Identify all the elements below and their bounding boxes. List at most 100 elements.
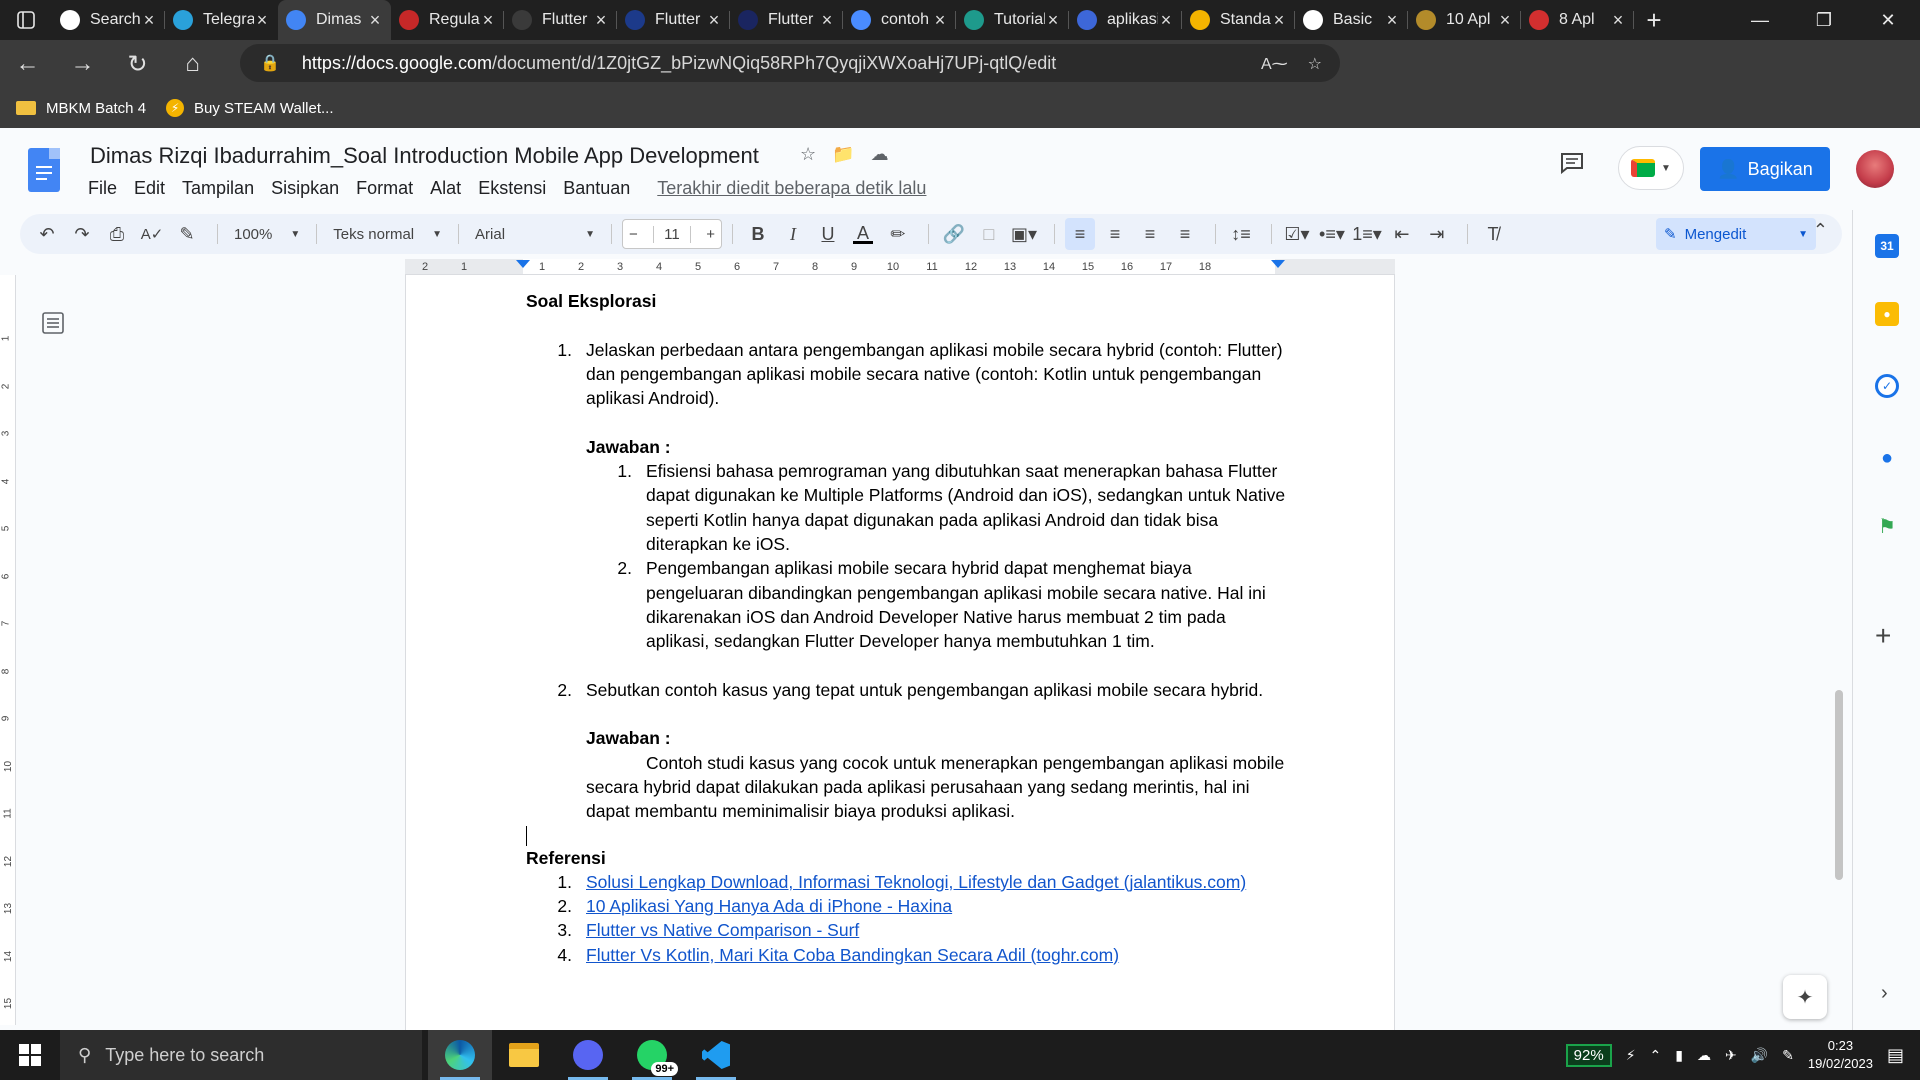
right-indent-marker-icon[interactable]	[1271, 260, 1285, 268]
menu-item-bantuan[interactable]: Bantuan	[563, 178, 630, 199]
close-tab-icon[interactable]: ×	[1271, 10, 1287, 31]
browser-tab[interactable]: Telegram×	[165, 0, 278, 40]
reload-button[interactable]: ↻	[110, 40, 165, 88]
restore-button[interactable]: ❐	[1792, 0, 1856, 40]
close-tab-icon[interactable]: ×	[254, 10, 270, 31]
cloud-icon[interactable]: ☁	[1697, 1047, 1711, 1064]
battery-icon[interactable]: ▮	[1675, 1047, 1683, 1064]
close-tab-icon[interactable]: ×	[367, 10, 383, 31]
paint-format-icon[interactable]: ✎	[172, 218, 202, 250]
document-body[interactable]: Soal Eksplorasi 1. Jelaskan perbedaan an…	[526, 289, 1286, 967]
favorite-star-icon[interactable]: ☆	[1308, 54, 1322, 74]
document-title[interactable]: Dimas Rizqi Ibadurrahim_Soal Introductio…	[90, 143, 759, 169]
underline-icon[interactable]: U	[813, 218, 843, 250]
font-select[interactable]: Arial ▼	[469, 226, 601, 243]
move-folder-icon[interactable]: 📁	[832, 144, 854, 165]
menu-item-alat[interactable]: Alat	[430, 178, 461, 199]
increase-indent-icon[interactable]: ⇥	[1422, 218, 1452, 250]
close-tab-icon[interactable]: ×	[1384, 10, 1400, 31]
whatsapp-taskbar-app[interactable]: 99+	[620, 1030, 684, 1080]
highlight-color-icon[interactable]: ✏	[883, 218, 913, 250]
meet-button[interactable]: ▼	[1618, 146, 1684, 190]
add-addon-icon[interactable]: +	[1875, 620, 1891, 652]
browser-tab[interactable]: 10 Apl ×	[1408, 0, 1521, 40]
explore-sparkle-icon[interactable]: ✦	[1783, 975, 1827, 1019]
star-icon[interactable]: ☆	[800, 144, 816, 165]
airplane-icon[interactable]: ✈	[1725, 1047, 1737, 1064]
volume-icon[interactable]: 🔊	[1751, 1047, 1768, 1064]
scrollbar[interactable]	[1835, 690, 1843, 880]
close-tab-icon[interactable]: ×	[1610, 10, 1626, 31]
vscode-taskbar-app[interactable]	[684, 1030, 748, 1080]
browser-tab[interactable]: Dimas ×	[278, 0, 391, 40]
read-aloud-icon[interactable]: A⁓	[1261, 54, 1288, 74]
last-edit-link[interactable]: Terakhir diedit beberapa detik lalu	[657, 178, 926, 199]
insert-comment-icon[interactable]: □	[974, 218, 1004, 250]
reference-link[interactable]: Flutter Vs Kotlin, Mari Kita Coba Bandin…	[586, 945, 1119, 965]
show-hidden-icons-icon[interactable]: ⌃	[1650, 1047, 1662, 1064]
reference-link[interactable]: Solusi Lengkap Download, Informasi Tekno…	[586, 872, 1246, 892]
lock-icon[interactable]: 🔒	[260, 53, 280, 73]
close-tab-icon[interactable]: ×	[593, 10, 609, 31]
clock[interactable]: 0:23 19/02/2023	[1808, 1037, 1873, 1073]
align-center-icon[interactable]: ≡	[1100, 218, 1130, 250]
reference-link[interactable]: 10 Aplikasi Yang Hanya Ada di iPhone - H…	[586, 896, 952, 916]
browser-tab[interactable]: Basic ×	[1295, 0, 1408, 40]
line-spacing-icon[interactable]: ↕≡	[1226, 218, 1256, 250]
user-avatar[interactable]	[1856, 150, 1894, 188]
share-button[interactable]: 👤 Bagikan	[1700, 147, 1830, 191]
insert-image-icon[interactable]: ▣▾	[1009, 218, 1039, 250]
undo-icon[interactable]: ↶	[32, 218, 62, 250]
comments-icon[interactable]	[1560, 152, 1584, 180]
browser-tab[interactable]: aplikasi ×	[1069, 0, 1182, 40]
menu-item-ekstensi[interactable]: Ekstensi	[478, 178, 546, 199]
close-tab-icon[interactable]: ×	[1497, 10, 1513, 31]
discord-taskbar-app[interactable]	[556, 1030, 620, 1080]
checklist-icon[interactable]: ☑▾	[1282, 218, 1312, 250]
browser-tab[interactable]: Search ×	[52, 0, 165, 40]
decrease-indent-icon[interactable]: ⇤	[1387, 218, 1417, 250]
redo-icon[interactable]: ↷	[67, 218, 97, 250]
browser-tab[interactable]: Flutter ×	[504, 0, 617, 40]
increase-font-size-button[interactable]: +	[706, 226, 715, 243]
forward-button[interactable]: →	[55, 40, 110, 88]
battery-indicator[interactable]: 92%	[1565, 1043, 1612, 1067]
explorer-taskbar-app[interactable]	[492, 1030, 556, 1080]
close-window-button[interactable]: ✕	[1856, 0, 1920, 40]
browser-tab[interactable]: 8 Apl ×	[1521, 0, 1634, 40]
close-tab-icon[interactable]: ×	[141, 10, 157, 31]
contacts-icon[interactable]: ●	[1875, 446, 1899, 470]
maps-icon[interactable]: ⚑	[1875, 514, 1899, 538]
spellcheck-icon[interactable]: A✓	[137, 218, 167, 250]
bookmark-folder[interactable]: MBKM Batch 4	[16, 100, 146, 117]
editing-mode-select[interactable]: ✎ Mengedit ▼	[1656, 218, 1816, 250]
font-size-input[interactable]: 11	[653, 225, 691, 243]
taskbar-search[interactable]: ⚲ Type here to search	[60, 1030, 422, 1080]
calendar-icon[interactable]: 31	[1875, 234, 1899, 258]
docs-logo-icon[interactable]	[28, 148, 60, 192]
document-outline-icon[interactable]	[42, 312, 64, 334]
text-color-icon[interactable]: A	[848, 218, 878, 250]
reference-link[interactable]: Flutter vs Native Comparison - Surf	[586, 920, 859, 940]
start-button[interactable]	[0, 1030, 60, 1080]
browser-tab[interactable]: Standar ×	[1182, 0, 1295, 40]
close-tab-icon[interactable]: ×	[706, 10, 722, 31]
minimize-button[interactable]: —	[1728, 0, 1792, 40]
back-button[interactable]: ←	[0, 40, 55, 88]
bulleted-list-icon[interactable]: •≡▾	[1317, 218, 1347, 250]
tab-actions-icon[interactable]	[0, 0, 52, 40]
address-bar[interactable]: 🔒 https://docs.google.com/document/d/1Z0…	[240, 44, 1340, 82]
justify-icon[interactable]: ≡	[1170, 218, 1200, 250]
italic-icon[interactable]: I	[778, 218, 808, 250]
browser-tab[interactable]: Regular ×	[391, 0, 504, 40]
horizontal-ruler[interactable]: 2 1 1 2 3 4 5 6 7 8 9 10 11 12 13 14 15 16 17 18	[405, 259, 1395, 275]
browser-tab[interactable]: Flutter ×	[617, 0, 730, 40]
menu-item-format[interactable]: Format	[356, 178, 413, 199]
home-button[interactable]: ⌂	[165, 40, 220, 88]
close-tab-icon[interactable]: ×	[1158, 10, 1174, 31]
menu-item-edit[interactable]: Edit	[134, 178, 165, 199]
numbered-list-icon[interactable]: 1≡▾	[1352, 218, 1382, 250]
new-tab-button[interactable]: +	[1634, 0, 1674, 40]
browser-tab[interactable]: Tutorial ×	[956, 0, 1069, 40]
style-select[interactable]: Teks normal ▼	[327, 226, 448, 243]
